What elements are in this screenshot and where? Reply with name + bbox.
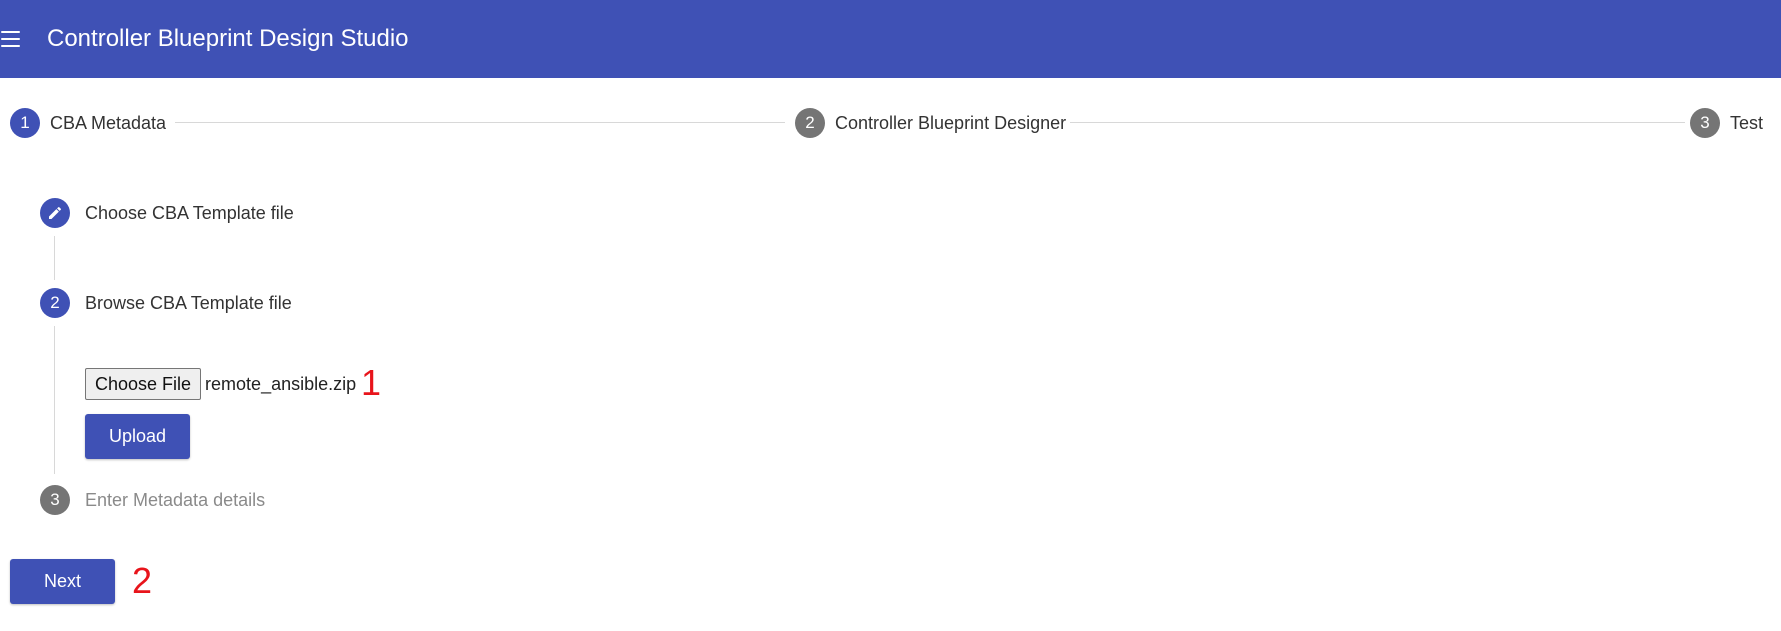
- next-button[interactable]: Next: [10, 559, 115, 604]
- step-label: Browse CBA Template file: [85, 292, 292, 313]
- step-number-badge: 3: [1690, 108, 1720, 138]
- step-label: Choose CBA Template file: [85, 202, 294, 223]
- step-header-test[interactable]: 3 Test: [1690, 108, 1763, 138]
- file-input: Choose File remote_ansible.zip: [85, 368, 356, 400]
- step-number-badge: 1: [10, 108, 40, 138]
- vertical-step-choose-template[interactable]: Choose CBA Template file: [40, 198, 294, 228]
- choose-file-button[interactable]: Choose File: [85, 368, 202, 400]
- pencil-icon: [49, 206, 62, 219]
- step-header-controller-blueprint-designer[interactable]: 2 Controller Blueprint Designer: [795, 108, 1066, 138]
- step-number-badge: 2: [40, 288, 70, 318]
- step-badge: [40, 198, 70, 228]
- step-header-cba-metadata[interactable]: 1 CBA Metadata: [10, 108, 166, 138]
- step-number-badge: 2: [795, 108, 825, 138]
- annotation-marker-2: 2: [132, 560, 153, 601]
- step-label: Controller Blueprint Designer: [835, 112, 1067, 133]
- vertical-step-enter-metadata[interactable]: 3 Enter Metadata details: [40, 485, 265, 515]
- step-label: Enter Metadata details: [85, 489, 266, 510]
- horizontal-stepper: 1 CBA Metadata 2 Controller Blueprint De…: [0, 108, 1781, 138]
- vertical-step-browse-template[interactable]: 2 Browse CBA Template file: [40, 288, 292, 318]
- selected-file-name: remote_ansible.zip: [205, 373, 357, 394]
- step-number-badge: 3: [40, 485, 70, 515]
- app-title: Controller Blueprint Design Studio: [47, 25, 409, 52]
- hamburger-menu-icon[interactable]: [0, 26, 22, 50]
- vertical-step-connector: [54, 236, 55, 280]
- step-label: Test: [1730, 112, 1764, 133]
- vertical-step-connector: [54, 326, 55, 474]
- upload-button[interactable]: Upload: [85, 414, 190, 459]
- step-connector-line: [1070, 122, 1685, 123]
- step-label: CBA Metadata: [50, 112, 167, 133]
- app-bar: Controller Blueprint Design Studio: [0, 0, 1781, 78]
- annotation-marker-1: 1: [361, 362, 382, 403]
- step-connector-line: [175, 122, 785, 123]
